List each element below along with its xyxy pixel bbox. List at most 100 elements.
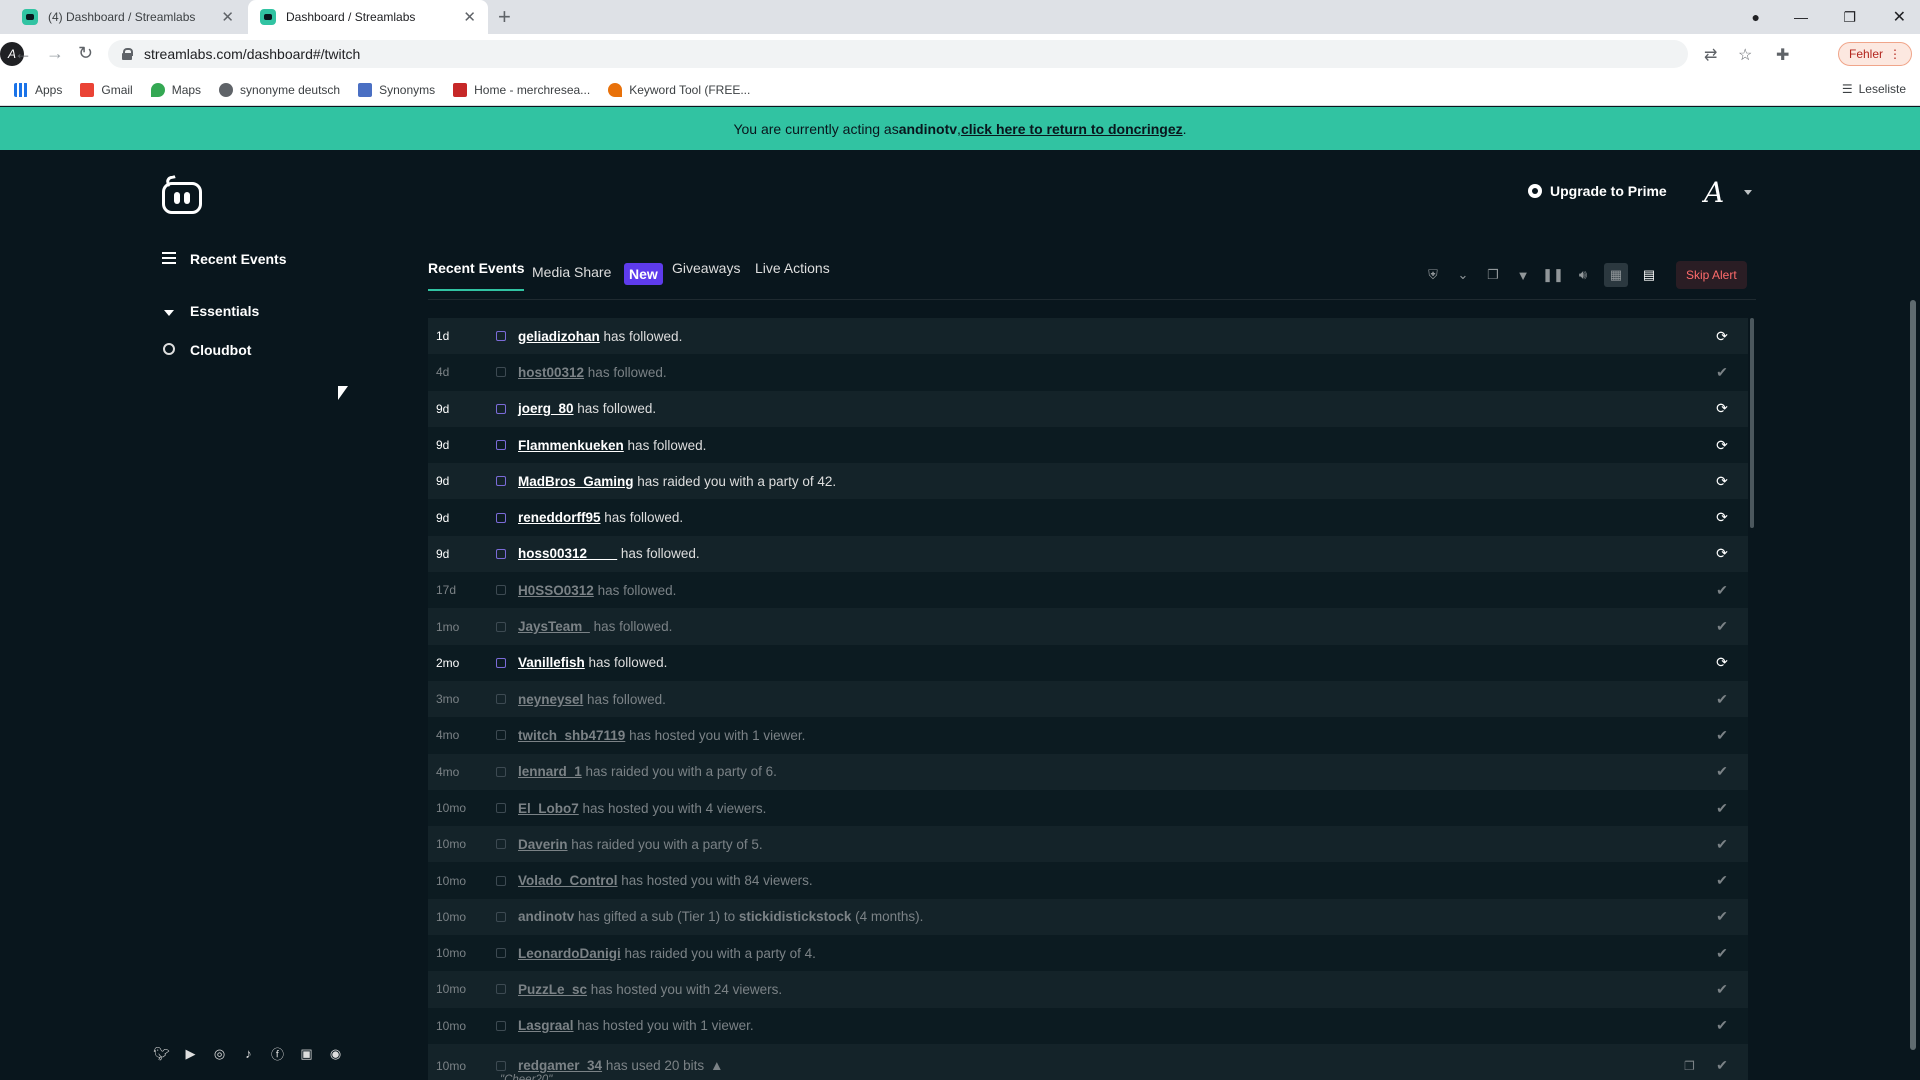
- event-checkbox-icon[interactable]: [496, 766, 506, 777]
- bookmark-apps[interactable]: Apps: [14, 82, 62, 97]
- event-checkbox-icon[interactable]: [496, 621, 506, 632]
- event-row[interactable]: 4d host00312 has followed. ✔: [428, 354, 1748, 391]
- address-bar[interactable]: streamlabs.com/dashboard#/twitch: [108, 40, 1688, 68]
- event-checkbox-icon[interactable]: [496, 730, 506, 741]
- event-row[interactable]: 9d reneddorff95 has followed. ⟳: [428, 499, 1748, 536]
- sidebar-item-cloudbot[interactable]: Cloudbot: [160, 342, 251, 358]
- event-checkbox-icon[interactable]: [496, 512, 506, 523]
- close-window-icon[interactable]: ✕: [1893, 0, 1906, 34]
- event-checkbox-icon[interactable]: [496, 911, 506, 922]
- event-row[interactable]: 9d Flammenkueken has followed. ⟳: [428, 426, 1748, 464]
- user-avatar[interactable]: A: [1704, 176, 1724, 209]
- bookmark-synonyme[interactable]: synonyme deutsch: [219, 82, 340, 97]
- error-button[interactable]: Fehler ⋮: [1838, 42, 1913, 66]
- filter-icon[interactable]: ▼: [1514, 266, 1532, 284]
- check-icon[interactable]: ✔: [1714, 981, 1730, 997]
- shield-icon[interactable]: ⛨: [1424, 266, 1442, 284]
- chevron-down-icon[interactable]: [1744, 190, 1752, 195]
- event-row[interactable]: 9d joerg_80 has followed. ⟳: [428, 390, 1748, 427]
- event-row[interactable]: 10mo LeonardoDanigi has raided you with a…: [428, 935, 1748, 972]
- instagram-icon[interactable]: ◎: [212, 1046, 227, 1061]
- replay-icon[interactable]: ⟳: [1714, 509, 1730, 526]
- event-checkbox-icon[interactable]: [496, 948, 506, 959]
- event-checkbox-icon[interactable]: [496, 476, 506, 487]
- event-checkbox-icon[interactable]: [496, 839, 506, 850]
- event-username[interactable]: redgamer_34: [518, 1058, 602, 1073]
- event-checkbox-icon[interactable]: [496, 548, 506, 559]
- check-icon[interactable]: ✔: [1714, 582, 1730, 598]
- list-view-icon[interactable]: ▤: [1640, 266, 1658, 284]
- minimize-icon[interactable]: —: [1794, 0, 1808, 34]
- event-username[interactable]: PuzzLe_sc: [518, 982, 587, 997]
- event-username[interactable]: El_Lobo7: [518, 801, 579, 816]
- skip-alert-button[interactable]: Skip Alert: [1676, 261, 1747, 289]
- event-row[interactable]: 4mo lennard_1 has raided you with a party…: [428, 753, 1748, 790]
- close-tab-icon[interactable]: ✕: [221, 8, 234, 26]
- popout-icon[interactable]: ❐: [1484, 266, 1502, 284]
- new-tab-icon[interactable]: +: [498, 5, 511, 29]
- tab-media-share[interactable]: Media Share: [532, 264, 611, 280]
- check-icon[interactable]: ✔: [1714, 872, 1730, 889]
- return-account-link[interactable]: click here to return to doncringez: [961, 121, 1183, 137]
- star-icon[interactable]: ☆: [1738, 45, 1752, 65]
- event-row[interactable]: 10mo PuzzLe_sc has hosted you with 24 vie…: [428, 971, 1748, 1008]
- event-checkbox-icon[interactable]: [496, 803, 506, 813]
- event-row[interactable]: 4mo twitch_shb47119 has hosted you with 1…: [428, 717, 1748, 754]
- check-icon[interactable]: ✔: [1714, 618, 1730, 635]
- page-scrollbar[interactable]: [1910, 300, 1916, 1050]
- event-username[interactable]: host00312: [518, 365, 584, 380]
- linkedin-icon[interactable]: ▣: [299, 1046, 314, 1061]
- event-row[interactable]: 2mo Vanillefish has followed. ⟳: [428, 644, 1748, 681]
- bookmark-maps[interactable]: Maps: [150, 82, 201, 97]
- event-username[interactable]: lennard_1: [518, 764, 582, 779]
- sidebar-item-essentials[interactable]: Essentials: [160, 303, 259, 319]
- extensions-icon[interactable]: ✚: [1776, 45, 1789, 65]
- tiktok-icon[interactable]: ♪: [241, 1046, 256, 1061]
- event-username[interactable]: twitch_shb47119: [518, 728, 625, 743]
- replay-icon[interactable]: ⟳: [1714, 545, 1730, 562]
- twitter-icon[interactable]: 🐦︎: [153, 1046, 170, 1061]
- event-checkbox-icon[interactable]: [496, 694, 506, 705]
- replay-icon[interactable]: ⟳: [1714, 400, 1730, 417]
- grid-view-icon[interactable]: ▦: [1604, 263, 1628, 287]
- event-username[interactable]: neyneysel: [518, 692, 583, 707]
- event-username[interactable]: joerg_80: [518, 401, 574, 416]
- event-row[interactable]: 10mo Daverin has raided you with a party …: [428, 826, 1748, 863]
- reload-icon[interactable]: ↻: [78, 43, 93, 64]
- close-tab-icon[interactable]: ✕: [463, 8, 476, 26]
- bookmark-gmail[interactable]: Gmail: [80, 82, 133, 97]
- event-checkbox-icon[interactable]: [496, 367, 506, 378]
- event-row[interactable]: 17d H0SSO0312 has followed. ✔: [428, 572, 1748, 609]
- copy-icon[interactable]: ❐: [1684, 1059, 1698, 1073]
- bookmark-keyword-tool[interactable]: Keyword Tool (FREE...: [608, 82, 750, 97]
- bookmark-synonyms[interactable]: Synonyms: [358, 82, 435, 97]
- tab-live-actions[interactable]: Live Actions: [755, 260, 830, 276]
- event-row[interactable]: 3mo neyneysel has followed. ✔: [428, 680, 1748, 718]
- replay-icon[interactable]: ⟳: [1714, 654, 1730, 671]
- facebook-icon[interactable]: ⓕ: [270, 1046, 285, 1062]
- event-row[interactable]: 10mo andinotv has gifted a sub (Tier 1) t…: [428, 898, 1748, 936]
- event-username[interactable]: Daverin: [518, 837, 568, 852]
- event-username[interactable]: Vanillefish: [518, 655, 585, 670]
- translate-icon[interactable]: ⇄: [1704, 45, 1717, 65]
- event-checkbox-icon[interactable]: [496, 1020, 506, 1031]
- browser-tab-1[interactable]: (4) Dashboard / Streamlabs ✕: [10, 0, 246, 34]
- chevron-down-icon[interactable]: ⌄: [1454, 266, 1472, 284]
- check-icon[interactable]: ✔: [1714, 945, 1730, 961]
- pause-icon[interactable]: ❚❚: [1542, 266, 1564, 284]
- streamlabs-logo-icon[interactable]: [162, 175, 202, 214]
- event-username[interactable]: LeonardoDanigi: [518, 946, 621, 961]
- back-icon[interactable]: ←: [14, 43, 32, 64]
- volume-icon[interactable]: 🔊︎: [1574, 266, 1592, 284]
- event-checkbox-icon[interactable]: [496, 1060, 506, 1071]
- maximize-icon[interactable]: ❐: [1843, 0, 1856, 34]
- replay-icon[interactable]: ⟳: [1714, 473, 1730, 489]
- event-checkbox-icon[interactable]: [496, 585, 506, 596]
- check-icon[interactable]: ✔: [1714, 1017, 1730, 1034]
- event-row[interactable]: 10mo Lasgraal has hosted you with 1 viewe…: [428, 1007, 1748, 1044]
- check-icon[interactable]: ✔: [1714, 800, 1730, 816]
- discord-icon[interactable]: ◉: [328, 1046, 343, 1061]
- event-checkbox-icon[interactable]: [496, 875, 506, 886]
- event-checkbox-icon[interactable]: [496, 403, 506, 414]
- check-icon[interactable]: ✔: [1714, 1057, 1730, 1074]
